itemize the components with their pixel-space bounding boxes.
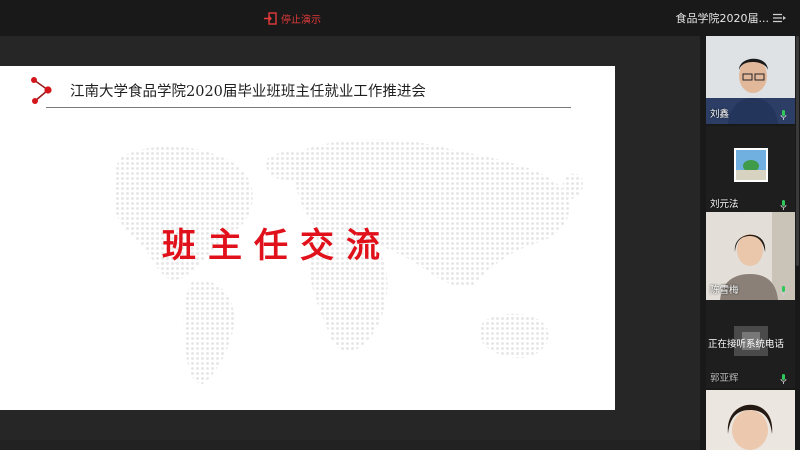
sidebar-scrollbar[interactable] bbox=[796, 36, 799, 266]
mic-icon bbox=[780, 286, 787, 296]
slide: 江南大学食品学院2020届毕业班班主任就业工作推进会 班主任交流 bbox=[0, 66, 615, 410]
meeting-title[interactable]: 食品学院2020届... bbox=[676, 10, 786, 26]
mic-icon bbox=[780, 110, 787, 120]
participant-video bbox=[706, 390, 795, 450]
slide-header-divider bbox=[46, 107, 571, 108]
red-node-logo-icon bbox=[31, 77, 52, 104]
participant-sidebar: 刘鑫 刘元法 陈雪梅 正在接听系统电话 郭亚辉 bbox=[700, 36, 800, 450]
slide-header-title: 江南大学食品学院2020届毕业班班主任就业工作推进会 bbox=[70, 84, 426, 100]
exit-icon bbox=[264, 11, 277, 25]
mic-icon bbox=[780, 200, 787, 210]
stop-presenting-button[interactable]: 停止演示 bbox=[264, 10, 321, 26]
participant-tile[interactable]: 刘元法 bbox=[706, 126, 795, 214]
participant-tile[interactable]: 陈雪梅 bbox=[706, 212, 795, 300]
mic-icon bbox=[780, 374, 787, 384]
stop-presenting-label: 停止演示 bbox=[281, 14, 321, 26]
participant-status: 正在接听系统电话 bbox=[708, 339, 785, 350]
participant-tile[interactable]: 刘鑫 bbox=[706, 36, 795, 124]
participant-name: 刘鑫 bbox=[710, 109, 730, 120]
list-icon bbox=[773, 13, 786, 23]
participant-tile[interactable]: 正在接听系统电话 郭亚辉 bbox=[706, 300, 795, 388]
meeting-title-label: 食品学院2020届... bbox=[675, 12, 769, 25]
participant-name: 陈雪梅 bbox=[710, 285, 739, 296]
top-bar: 停止演示 食品学院2020届... bbox=[0, 0, 800, 36]
participant-tile[interactable] bbox=[706, 390, 795, 450]
participant-name: 郭亚辉 bbox=[710, 373, 739, 384]
slide-main-text: 班主任交流 bbox=[162, 226, 392, 266]
participant-name: 刘元法 bbox=[710, 199, 739, 210]
